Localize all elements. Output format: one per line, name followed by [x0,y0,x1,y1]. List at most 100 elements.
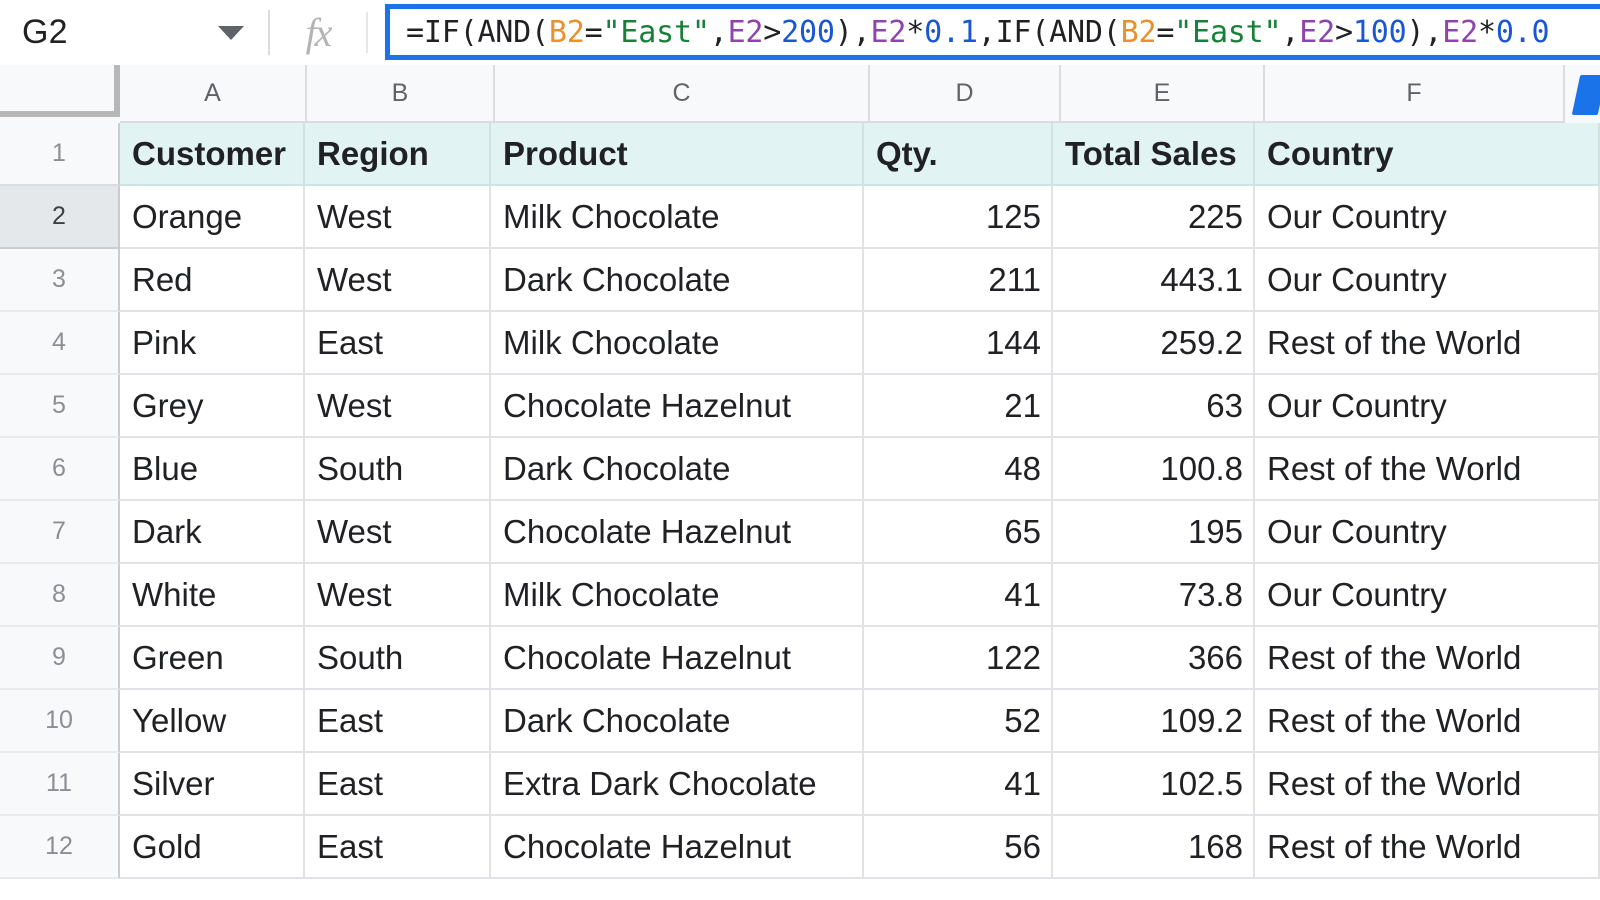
fx-button[interactable]: fx [270,0,366,65]
data-cell[interactable]: 65 [864,501,1053,564]
row-header-2[interactable]: 2 [0,186,120,249]
column-title-cell[interactable]: Region [305,123,491,186]
data-cell[interactable]: West [305,501,491,564]
data-cell[interactable]: 21 [864,375,1053,438]
data-cell[interactable]: 195 [1053,501,1255,564]
data-cell[interactable]: 48 [864,438,1053,501]
cell-text: 443.1 [1160,260,1243,298]
column-title-cell[interactable]: Qty. [864,123,1053,186]
data-cell[interactable]: East [305,816,491,879]
data-cell[interactable]: 109.2 [1053,690,1255,753]
row-header-4[interactable]: 4 [0,312,120,375]
data-cell[interactable]: South [305,627,491,690]
data-cell[interactable]: 144 [864,312,1053,375]
column-header-f[interactable]: F [1265,65,1565,123]
data-cell[interactable]: Dark Chocolate [491,438,864,501]
column-title-cell[interactable]: Customer [120,123,305,186]
data-cell[interactable]: 259.2 [1053,312,1255,375]
data-cell[interactable]: Rest of the World [1255,753,1600,816]
chevron-down-icon[interactable] [218,25,244,40]
data-cell[interactable]: Rest of the World [1255,312,1600,375]
name-box[interactable]: G2 [0,0,268,65]
row-header-6[interactable]: 6 [0,438,120,501]
data-cell[interactable]: Rest of the World [1255,816,1600,879]
row-header-5[interactable]: 5 [0,375,120,438]
data-cell[interactable]: Yellow [120,690,305,753]
data-cell[interactable]: Blue [120,438,305,501]
row-header-7[interactable]: 7 [0,501,120,564]
select-all-corner[interactable] [0,65,120,117]
data-cell[interactable]: Chocolate Hazelnut [491,627,864,690]
column-header-a[interactable]: A [120,65,307,123]
data-cell[interactable]: Our Country [1255,564,1600,627]
data-cell[interactable]: East [305,690,491,753]
data-cell[interactable]: Chocolate Hazelnut [491,375,864,438]
row-header-3[interactable]: 3 [0,249,120,312]
data-cell[interactable]: Dark [120,501,305,564]
row-header-1[interactable]: 1 [0,123,120,186]
data-cell[interactable]: Red [120,249,305,312]
data-cell[interactable]: Our Country [1255,375,1600,438]
data-cell[interactable]: Silver [120,753,305,816]
data-cell[interactable]: 56 [864,816,1053,879]
formula-input[interactable]: =IF(AND(B2="East",E2>200),E2*0.1,IF(AND(… [385,4,1600,60]
column-header-e[interactable]: E [1061,65,1265,123]
column-header-c[interactable]: C [495,65,870,123]
data-cell[interactable]: Rest of the World [1255,690,1600,753]
data-cell[interactable]: West [305,375,491,438]
data-cell[interactable]: 100.8 [1053,438,1255,501]
column-title-cell[interactable]: Product [491,123,864,186]
data-cell[interactable]: 211 [864,249,1053,312]
data-cell[interactable]: Rest of the World [1255,627,1600,690]
data-cell[interactable]: 366 [1053,627,1255,690]
data-cell[interactable]: Our Country [1255,501,1600,564]
cell-text: 100.8 [1160,449,1243,487]
data-cell[interactable]: South [305,438,491,501]
data-cell[interactable]: West [305,564,491,627]
data-cell[interactable]: Milk Chocolate [491,312,864,375]
data-cell[interactable]: West [305,249,491,312]
data-cell[interactable]: Milk Chocolate [491,564,864,627]
row-header-12[interactable]: 12 [0,816,120,879]
row-header-11[interactable]: 11 [0,753,120,816]
data-cell[interactable]: 52 [864,690,1053,753]
data-cell[interactable]: Dark Chocolate [491,249,864,312]
data-cell[interactable]: 168 [1053,816,1255,879]
data-cell[interactable]: East [305,312,491,375]
data-cell[interactable]: Rest of the World [1255,438,1600,501]
data-cell[interactable]: Green [120,627,305,690]
data-cell[interactable]: 41 [864,564,1053,627]
data-cell[interactable]: Pink [120,312,305,375]
data-cell[interactable]: Gold [120,816,305,879]
data-cell[interactable]: 63 [1053,375,1255,438]
data-cell[interactable]: 102.5 [1053,753,1255,816]
data-cell[interactable]: Orange [120,186,305,249]
data-cell[interactable]: Grey [120,375,305,438]
row-header-9[interactable]: 9 [0,627,120,690]
data-cell[interactable]: 73.8 [1053,564,1255,627]
column-header-d[interactable]: D [870,65,1061,123]
data-cell[interactable]: Dark Chocolate [491,690,864,753]
row-header-10[interactable]: 10 [0,690,120,753]
column-header-b[interactable]: B [307,65,495,123]
data-cell[interactable]: Chocolate Hazelnut [491,816,864,879]
data-cell[interactable]: 443.1 [1053,249,1255,312]
data-cell[interactable]: Milk Chocolate [491,186,864,249]
data-cell[interactable]: 225 [1053,186,1255,249]
row-header-8[interactable]: 8 [0,564,120,627]
data-cell[interactable]: West [305,186,491,249]
data-cell[interactable]: Extra Dark Chocolate [491,753,864,816]
column-header-g-selected-marker[interactable] [1570,73,1600,117]
data-cell[interactable]: Chocolate Hazelnut [491,501,864,564]
data-cell[interactable]: 122 [864,627,1053,690]
formula-token: 0.0 [1495,14,1550,50]
data-cell[interactable]: White [120,564,305,627]
column-title-cell[interactable]: Country [1255,123,1600,186]
data-cell[interactable]: East [305,753,491,816]
data-cell[interactable]: 125 [864,186,1053,249]
column-title-cell[interactable]: Total Sales [1053,123,1255,186]
data-cell[interactable]: Our Country [1255,249,1600,312]
column-header-label: B [391,78,409,107]
data-cell[interactable]: 41 [864,753,1053,816]
data-cell[interactable]: Our Country [1255,186,1600,249]
